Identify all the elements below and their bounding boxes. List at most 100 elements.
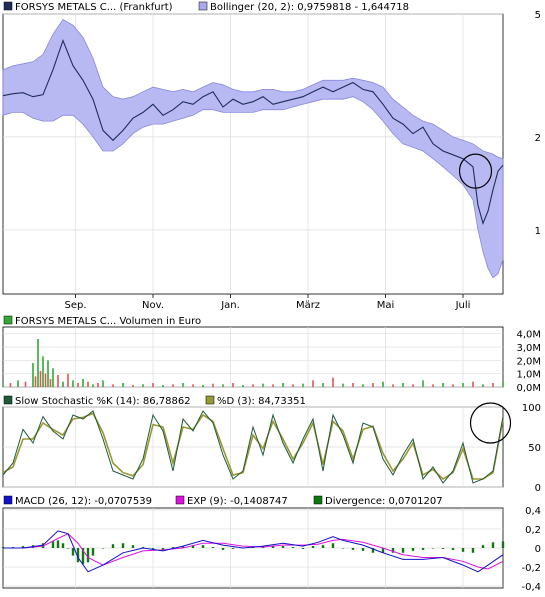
divergence-bar (361, 548, 365, 551)
divergence-bar (341, 548, 345, 549)
x-tick-label: März (296, 300, 320, 311)
divergence-bar (411, 548, 415, 551)
volume-bar (82, 379, 84, 387)
divergence-bar (91, 548, 95, 556)
x-tick-label: Sep. (64, 300, 86, 311)
macd-y-tick-label: -0,4 (521, 582, 541, 593)
volume-bar (192, 384, 194, 387)
volume-bar (212, 383, 214, 387)
volume-bar (102, 380, 104, 387)
divergence-bar (71, 548, 75, 556)
macd-panel: MACD (26, 12): -0,0707539 EXP (9): -0,14… (1, 495, 541, 593)
volume-bar (242, 385, 244, 387)
macd-y-axis: 0,4 0,2 0 -0,2 -0,4 (521, 506, 541, 593)
volume-bar (17, 380, 19, 387)
volume-bar (42, 356, 44, 387)
volume-bar (122, 383, 124, 387)
volume-y-tick-label: 0,0M (516, 383, 541, 394)
stoch-k-legend-label: Slow Stochastic %K (14): 86,78862 (15, 396, 191, 407)
exp-legend-swatch (175, 495, 185, 505)
divergence-bar (451, 548, 455, 550)
divergence-bar (401, 548, 405, 553)
divergence-bar (111, 544, 115, 548)
macd-y-tick-label: 0 (535, 544, 541, 555)
volume-bar (172, 384, 174, 387)
divergence-bar (56, 540, 60, 548)
volume-bar (452, 384, 454, 387)
volume-bar (202, 385, 204, 387)
volume-bar (252, 384, 254, 387)
stochastic-y-tick-label: 100 (522, 403, 541, 414)
volume-bar (112, 384, 114, 387)
price-y-tick-label: 5 (535, 10, 541, 21)
volume-bar (372, 383, 374, 387)
volume-bar (332, 377, 334, 387)
x-tick-label: Juli (455, 300, 471, 311)
volume-bar (462, 383, 464, 387)
divergence-bar (51, 541, 55, 548)
volume-bar (57, 375, 59, 387)
volume-bar (44, 373, 47, 387)
price-legend-swatch-line (3, 1, 13, 11)
volume-bar (442, 383, 444, 387)
volume-bar (72, 380, 74, 387)
divergence-bar (481, 545, 485, 548)
divergence-bar (66, 548, 70, 549)
volume-legend-swatch (3, 315, 13, 325)
divergence-bar (321, 545, 325, 548)
volume-bar (262, 383, 264, 387)
x-tick-label: Mai (377, 300, 395, 311)
stock-chart: FORSYS METALS C... (Frankfurt) Bollinger… (1, 1, 541, 593)
divergence-bar (151, 548, 155, 549)
volume-bar (9, 383, 12, 387)
volume-bar (482, 384, 484, 387)
exp-legend-label: EXP (9): -0,1408747 (187, 496, 288, 507)
macd-y-tick-label: 0,2 (525, 525, 541, 536)
divergence-bar (231, 548, 235, 549)
stochastic-y-tick-label: 0 (535, 483, 541, 494)
stochastic-y-tick-label: 50 (528, 443, 541, 454)
volume-panel: FORSYS METALS C... Volumen in Euro 4,0M 3… (2, 315, 541, 394)
volume-bar (362, 384, 364, 387)
stoch-d-legend-swatch (205, 395, 215, 405)
volume-bar (62, 381, 64, 387)
macd-legend-swatch (3, 495, 13, 505)
divergence-bar (491, 542, 495, 548)
divergence-bar (101, 548, 105, 549)
volume-y-tick-label: 4,0M (516, 330, 541, 341)
volume-y-tick-label: 3,0M (516, 343, 541, 354)
volume-bar (352, 383, 354, 387)
divergence-bar (311, 546, 315, 548)
volume-bar (312, 380, 314, 387)
divergence-bar (61, 543, 65, 548)
divergence-bar (221, 548, 225, 550)
divergence-bar (471, 548, 475, 553)
volume-bar (302, 383, 304, 387)
volume-bar (282, 383, 284, 387)
divergence-bar (421, 548, 425, 550)
volume-plot-frame (2, 326, 504, 388)
price-legend-label: FORSYS METALS C... (Frankfurt) (15, 2, 173, 13)
volume-bar (77, 383, 79, 387)
volume-bar (97, 383, 99, 387)
divergence-bar (86, 548, 90, 563)
volume-bar (37, 339, 39, 387)
volume-bar (52, 368, 54, 387)
stochastic-y-axis: 100 50 0 (522, 403, 541, 494)
stoch-k-legend-swatch (3, 395, 13, 405)
volume-bar (322, 383, 324, 387)
volume-bar (292, 384, 294, 387)
volume-bar (47, 360, 49, 387)
x-tick-label: Nov. (142, 300, 164, 311)
volume-bar (92, 384, 94, 387)
volume-bar (422, 380, 424, 387)
volume-bar (472, 381, 474, 387)
volume-bar (342, 383, 344, 387)
volume-bar (162, 385, 164, 387)
volume-bar (222, 384, 224, 387)
volume-y-tick-label: 2,0M (516, 356, 541, 367)
divergence-bar (501, 541, 505, 548)
volume-bar (32, 363, 34, 387)
volume-bar (382, 381, 384, 387)
volume-bar (34, 376, 37, 387)
